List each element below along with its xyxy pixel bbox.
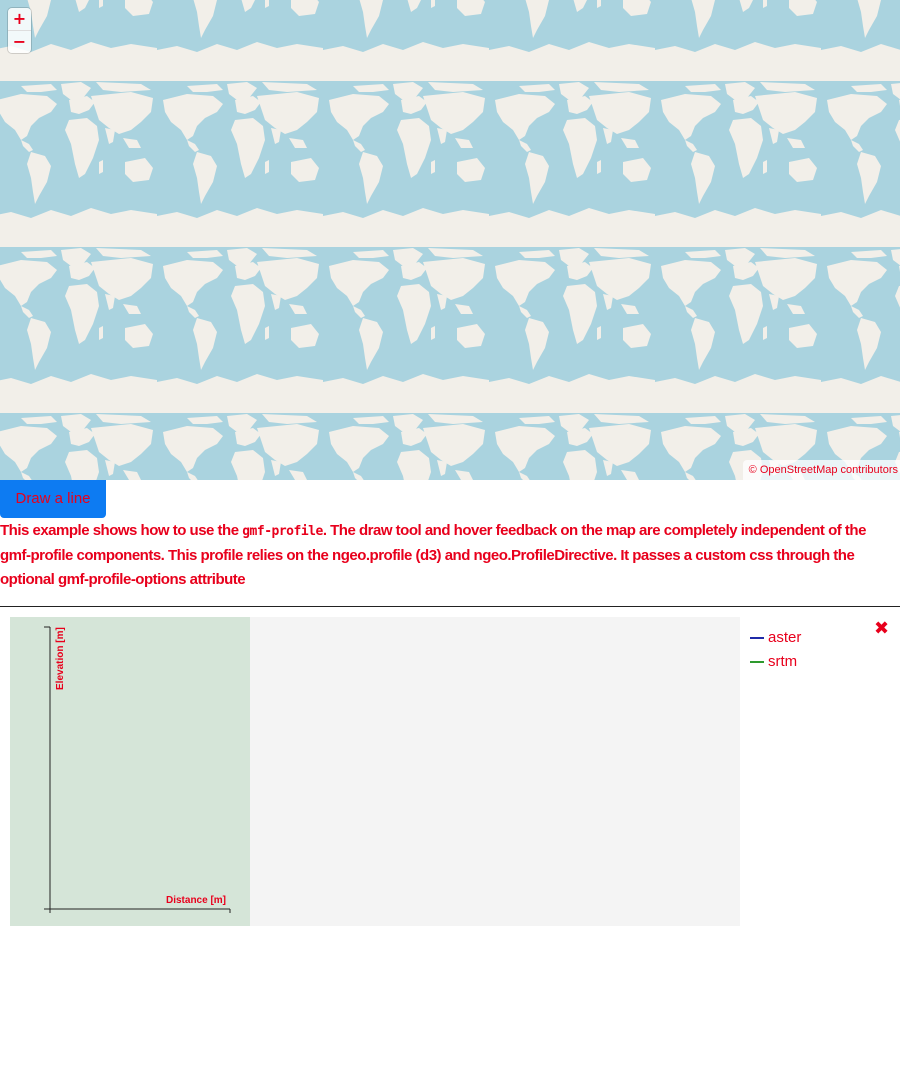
map-tile	[821, 0, 900, 78]
map-tile	[489, 244, 655, 410]
map-tile	[655, 244, 821, 410]
separator	[0, 606, 900, 607]
close-icon[interactable]: ✖	[874, 618, 889, 639]
description-text-1: This example shows how to use the	[0, 522, 243, 539]
srtm-swatch	[750, 661, 764, 664]
map-tile	[821, 78, 900, 244]
legend-item-aster: aster	[750, 628, 801, 648]
x-axis-label: Distance [m]	[166, 895, 226, 906]
map-tile	[0, 78, 157, 244]
description: This example shows how to use the gmf-pr…	[0, 519, 896, 592]
map-tile	[323, 0, 489, 78]
y-axis-label: Elevation [m]	[55, 627, 66, 690]
legend-label-srtm: srtm	[768, 653, 798, 670]
description-code: gmf-profile	[242, 524, 323, 539]
map-tile	[157, 410, 323, 480]
map-tile	[323, 78, 489, 244]
profile-chart[interactable]: Elevation [m] Distance [m]	[10, 617, 250, 926]
map[interactable]: + − © OpenStreetMap contributors	[0, 0, 900, 480]
map-tile	[489, 0, 655, 78]
map-tile	[157, 244, 323, 410]
map-tile	[323, 410, 489, 480]
map-tile	[655, 0, 821, 78]
map-tile	[489, 78, 655, 244]
zoom-in-button[interactable]: +	[8, 8, 31, 30]
map-tile	[323, 244, 489, 410]
zoom-out-button[interactable]: −	[8, 30, 31, 53]
draw-line-button[interactable]: Draw a line	[0, 480, 106, 518]
map-tile	[157, 78, 323, 244]
profile-axes: Elevation [m] Distance [m]	[44, 626, 231, 913]
map-tile	[489, 410, 655, 480]
map-attribution[interactable]: © OpenStreetMap contributors	[742, 460, 900, 480]
aster-swatch	[750, 637, 764, 640]
legend-label-aster: aster	[768, 629, 802, 646]
zoom-control: + −	[8, 8, 31, 53]
legend-item-srtm: srtm	[750, 652, 797, 672]
map-tile	[0, 244, 157, 410]
map-tile	[655, 78, 821, 244]
map-tile	[821, 244, 900, 410]
map-tile	[0, 410, 157, 480]
map-tile	[157, 0, 323, 78]
